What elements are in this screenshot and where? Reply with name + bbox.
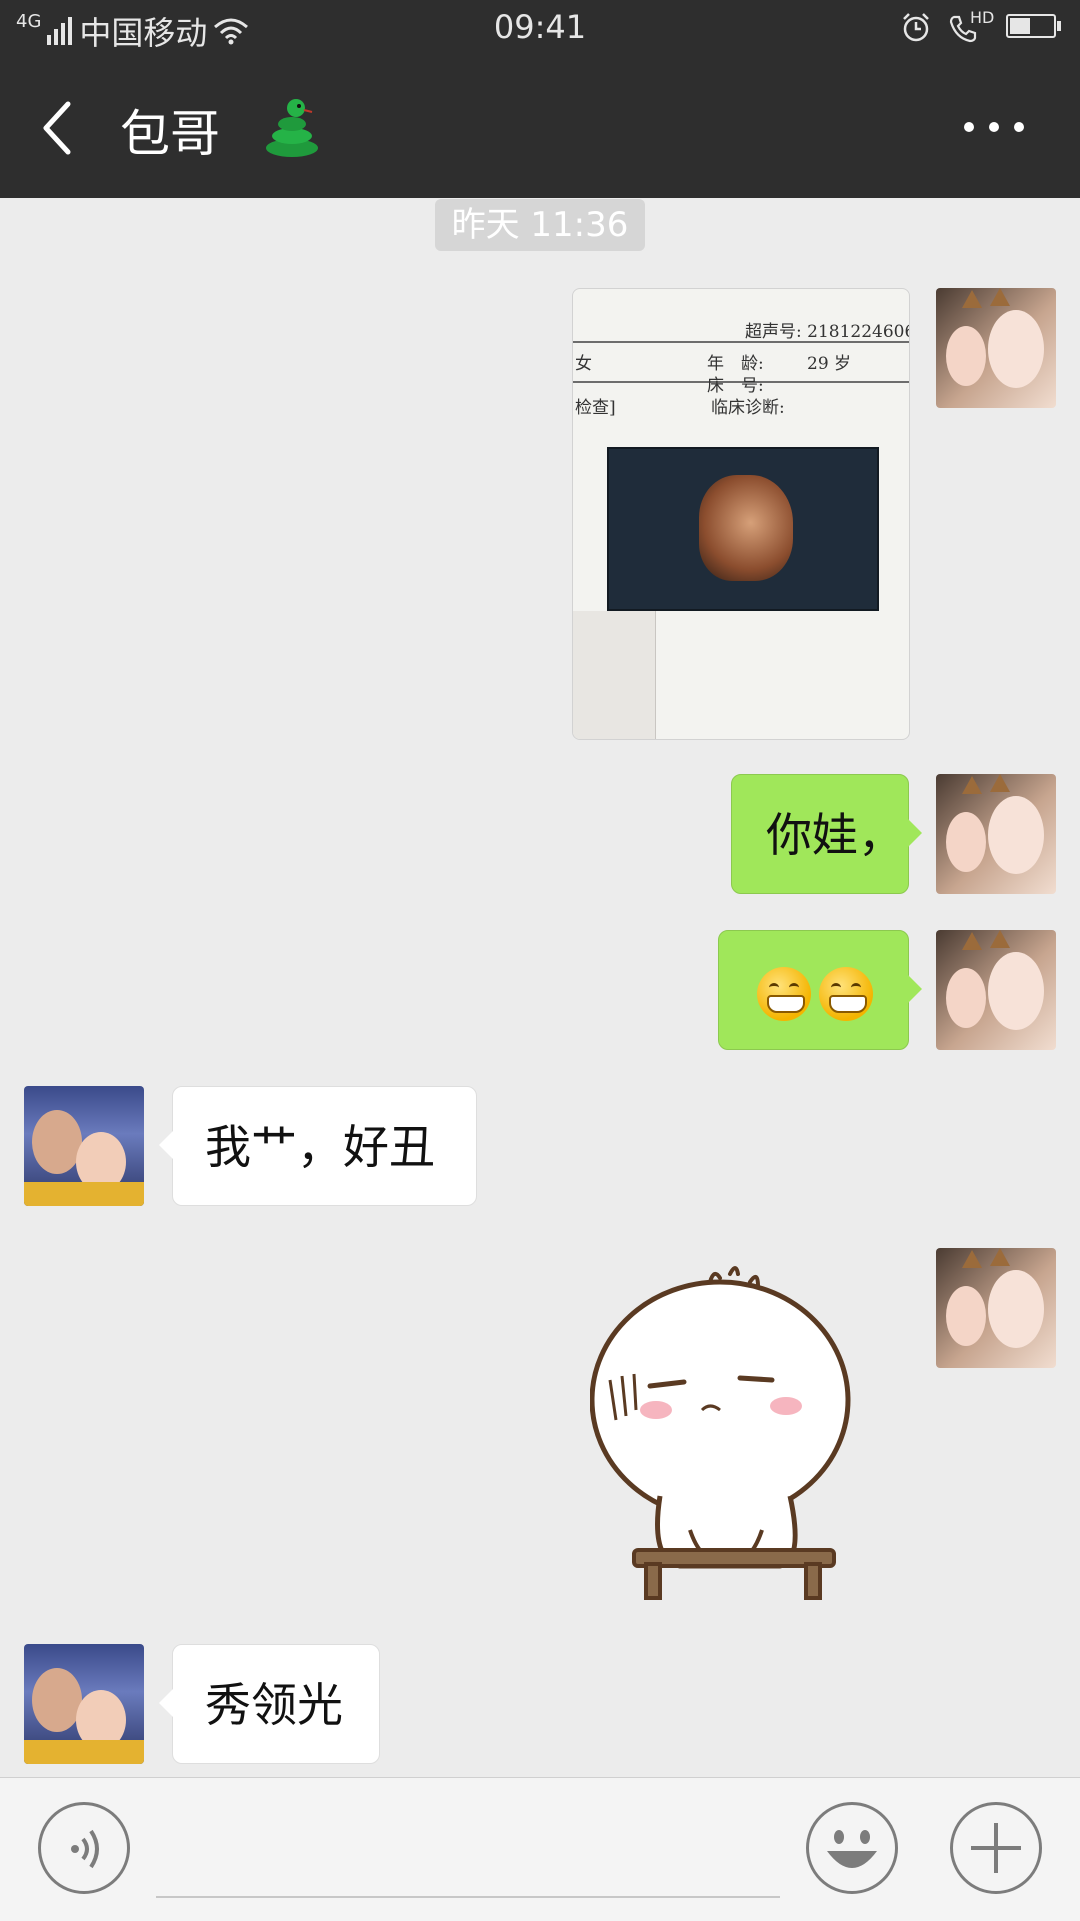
bun-sitting-on-stool-sticker[interactable]	[590, 1260, 870, 1600]
plus-button[interactable]	[950, 1802, 1042, 1894]
status-right: HD	[900, 8, 1062, 44]
avatar-face	[988, 952, 1044, 1030]
dot	[989, 122, 999, 132]
message-input[interactable]	[156, 1896, 780, 1898]
ultrasound-number-text: 超声号: 2181224606	[745, 322, 910, 342]
chat-header: 包哥	[0, 58, 1080, 198]
ultrasound-scan-image	[607, 447, 879, 611]
cat-ear-icon	[990, 774, 1010, 792]
battery-icon	[1006, 14, 1062, 40]
message-bubble-theirs[interactable]: 秀领光	[159, 1644, 380, 1764]
friend-avatar[interactable]	[24, 1086, 144, 1206]
grinning-face-emoji-icon	[757, 966, 811, 1021]
cat-ear-icon	[962, 932, 982, 950]
chat-timestamp: 昨天 11:36	[435, 199, 645, 251]
dot	[1014, 122, 1024, 132]
grinning-face-emoji-icon	[819, 966, 873, 1021]
cat-ear-icon	[962, 776, 982, 794]
paper-sheet	[573, 611, 656, 739]
voice-icon	[71, 1829, 99, 1869]
cat-ear-icon	[990, 1248, 1010, 1266]
avatar-face	[32, 1668, 82, 1732]
alarm-icon	[903, 13, 929, 42]
my-avatar[interactable]	[936, 288, 1056, 408]
avatar-face	[946, 326, 986, 386]
voice-button[interactable]	[38, 1802, 130, 1894]
chat-input-bar	[0, 1777, 1080, 1921]
sex-fragment-text: 女	[575, 354, 592, 374]
cat-ear-icon	[990, 288, 1010, 306]
my-avatar[interactable]	[936, 774, 1056, 894]
avatar-shirt	[24, 1182, 144, 1206]
age-value-text: 29 岁	[807, 354, 852, 374]
phone-hd-icon: HD	[948, 8, 994, 44]
avatar-face	[988, 310, 1044, 388]
avatar-face	[32, 1110, 82, 1174]
cat-ear-icon	[990, 930, 1010, 948]
dot	[964, 122, 974, 132]
message-bubble-mine[interactable]: 你娃，	[731, 774, 922, 894]
avatar-face	[946, 812, 986, 872]
message-bubble-mine[interactable]	[718, 930, 922, 1050]
message-bubble-theirs[interactable]: 我艹，好丑	[159, 1086, 477, 1206]
ultrasound-report-image[interactable]: 超声号: 2181224606 女 年 龄: 29 岁 床 号: 检查] 临床诊…	[572, 288, 910, 740]
diagnosis-label-text: 临床诊断:	[711, 398, 785, 418]
snake-emoji-icon	[266, 99, 318, 157]
message-text: 秀领光	[205, 1678, 343, 1732]
chat-title: 包哥	[120, 105, 220, 163]
my-avatar[interactable]	[936, 930, 1056, 1050]
avatar-face	[988, 796, 1044, 874]
avatar-face	[946, 1286, 986, 1346]
emoji-button[interactable]	[806, 1802, 898, 1894]
avatar-shirt	[24, 1740, 144, 1764]
status-bar: 4G 中国移动 09:41 HD	[0, 0, 1080, 58]
cat-ear-icon	[962, 1250, 982, 1268]
back-chevron-icon[interactable]	[38, 98, 78, 158]
cat-ear-icon	[962, 290, 982, 308]
friend-avatar[interactable]	[24, 1644, 144, 1764]
avatar-face	[988, 1270, 1044, 1348]
message-text: 你娃，	[766, 808, 904, 862]
more-dots-icon[interactable]	[964, 112, 1024, 142]
emoji-smile-icon	[827, 1830, 877, 1868]
message-text: 我艹，好丑	[205, 1120, 435, 1174]
my-avatar[interactable]	[936, 1248, 1056, 1368]
hd-label: HD	[970, 8, 995, 27]
plus-icon	[971, 1823, 1021, 1873]
avatar-face	[946, 968, 986, 1028]
exam-fragment-text: 检查]	[575, 398, 616, 418]
fetus-image	[699, 475, 793, 581]
